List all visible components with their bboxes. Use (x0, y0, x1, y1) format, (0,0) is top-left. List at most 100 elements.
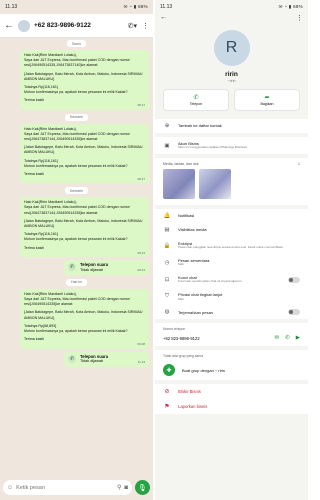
avatar[interactable] (18, 19, 30, 32)
share-button[interactable]: ➦ Bagikan (234, 89, 300, 111)
setting-label: Visibilitas media (178, 227, 207, 233)
share-label: Bagikan (260, 102, 274, 106)
add-contact-row[interactable]: ⊕ Tambah ke daftar kontak (155, 119, 308, 133)
message-text: Halo Kak{Ririn Mardianti Lolaku}, Saya d… (24, 53, 130, 68)
message-bubble[interactable]: Halo Kak{Ririn Mardianti Lolaku}, Saya d… (20, 123, 149, 184)
advanced-privacy-row[interactable]: ⛉ Privasi chat tingkat lanjut Mati (155, 288, 308, 305)
add-contact-label: Tambah ke daftar kontak (178, 123, 222, 129)
group-icon: ✚ (163, 364, 175, 377)
media-thumbnail[interactable] (163, 169, 195, 200)
phone-icon[interactable]: ✆ (285, 335, 290, 341)
date-chip: Kemarin (64, 113, 89, 121)
setting-label: Notifikasi (178, 213, 195, 219)
setting-sub: Mati (178, 262, 184, 267)
call-label: Telepon (189, 102, 203, 106)
business-row[interactable]: ▣ Akun Bisnis Akun ini menggunakan aplik… (155, 137, 308, 154)
media-header[interactable]: Media, tautan, dan dok 1 (155, 158, 308, 169)
report-label: Laporkan bisnis (178, 404, 208, 410)
status-bar: 11.13 ✉ ◔ ▮ 68% (155, 0, 308, 14)
call-plus-icon[interactable]: ✆▾ (128, 22, 137, 30)
message-text: {Jalan Batutagepe, Batu Merah, Kota Ambo… (24, 218, 143, 229)
media-visibility-row[interactable]: ▤ Visibilitas media (155, 223, 308, 237)
chat-lock-row[interactable]: ⊡ Kunci chat Kunci dan sembunyikan chat … (155, 271, 308, 288)
message-text: Halo Kak{Ririn Mardianti Lolaku}, Saya d… (24, 126, 130, 142)
message-text: Terima kasih (24, 337, 45, 342)
more-options-icon[interactable]: ⋮ (296, 14, 303, 24)
groups-section-label: Tidak ada grup yang sama (163, 354, 204, 359)
message-icon[interactable]: ✉ (275, 335, 280, 341)
attach-icon[interactable]: ⚲ (117, 484, 121, 491)
share-icon: ➦ (264, 95, 270, 101)
create-group-row[interactable]: ✚ Buat grup dengan ~ ririn (155, 360, 308, 380)
more-options-icon[interactable]: ⋮ (142, 22, 149, 30)
message-bubble[interactable]: Halo Kak{Ririn Mardianti Lolaku}, Saya d… (20, 197, 149, 257)
video-call-icon[interactable]: ▶ (296, 335, 300, 341)
composer: ☺ ⚲ ◙ 🎙 (3, 479, 150, 496)
contact-name: ririn (225, 71, 238, 78)
translate-row[interactable]: ◍ Terjemahkan pesan (155, 305, 308, 319)
setting-sub: Kunci dan sembunyikan chat ini di perang… (178, 279, 243, 284)
message-text: Totalnya Rp{116,161} Mohon konfirmasinya… (24, 158, 128, 168)
message-text: Halo Kak{Ririn Mardianti Lolaku}, Saya d… (24, 291, 130, 307)
date-chip: Hari ini (66, 278, 87, 286)
call-status: Tidak dijawab (80, 359, 104, 364)
message-bubble[interactable]: Halo Kak{Ririn Mardianti Lolaku}, Saya d… (20, 50, 149, 110)
message-text: Totalnya Rp{68,893} Mohon konfirmasinya … (24, 323, 128, 334)
message-bubble[interactable]: Halo Kak{Ririn Mardianti Lolaku}, Saya d… (20, 288, 149, 349)
camera-icon[interactable]: ◙ (124, 485, 128, 491)
missed-call-icon: ✆ (68, 263, 76, 272)
add-person-icon: ⊕ (164, 123, 170, 129)
business-icon: ▣ (164, 142, 170, 149)
back-arrow-icon[interactable]: ← (4, 20, 14, 31)
block-label: Blokir Bisnis (178, 389, 201, 395)
message-text: Totalnya Rp{116,161} Mohon konfirmasinya… (24, 85, 128, 95)
image-icon: ▤ (164, 227, 170, 234)
chat-lock-toggle[interactable] (288, 276, 300, 283)
disappearing-messages-row[interactable]: ◷ Pesan sementara Mati (155, 254, 308, 271)
status-indicators: ✉ ◔ ▮ 68% (123, 4, 148, 9)
notifications-row[interactable]: 🔔 Notifikasi (155, 209, 308, 223)
media-count: 1 (298, 162, 300, 167)
report-row[interactable]: ⚑ Laporkan bisnis (155, 399, 308, 414)
back-arrow-icon[interactable]: ← (160, 14, 167, 24)
date-chip: Senin (67, 40, 86, 47)
business-subtitle: Akun ini menggunakan aplikasi WhatsApp B… (178, 145, 248, 150)
bell-icon: 🔔 (163, 213, 171, 220)
message-thread[interactable]: Senin Halo Kak{Ririn Mardianti Lolaku}, … (0, 40, 153, 474)
encryption-row[interactable]: 🔒 Enkripsi Pesan dan panggilan terenkrip… (155, 237, 308, 254)
lock-icon: 🔒 (163, 242, 171, 249)
mic-button[interactable]: 🎙 (135, 480, 150, 495)
globe-icon: ◍ (164, 309, 170, 316)
chat-lock-icon: ⊡ (164, 276, 170, 283)
message-input-pill: ☺ ⚲ ◙ (3, 480, 132, 495)
create-group-label: Buat grup dengan ~ ririn (182, 367, 226, 373)
media-thumbnail[interactable] (199, 169, 231, 200)
call-bubble[interactable]: ✆ Telepon suara Tidak dijawab 08.43 (64, 259, 149, 275)
status-time: 11.13 (5, 4, 18, 10)
chat-title[interactable]: +62 823-9896-9122 (34, 22, 124, 29)
block-row[interactable]: ⊘ Blokir Bisnis (155, 384, 308, 399)
message-input[interactable] (16, 484, 114, 491)
message-text: Halo Kak{Ririn Mardianti Lolaku}, Saya d… (24, 200, 130, 215)
shield-icon: ⛉ (164, 293, 170, 300)
message-text: {Jalan Batutagepe, Batu Merah, Kota Ambo… (24, 310, 143, 320)
missed-call-icon: ✆ (68, 355, 76, 363)
message-time: 08.43 (137, 250, 145, 255)
status-bar: 11.13 ✉ ◔ ▮ 68% (0, 0, 153, 14)
phone-number[interactable]: +62 823-9896-9122 (163, 336, 269, 341)
emoji-icon[interactable]: ☺ (7, 485, 13, 491)
block-icon: ⊘ (164, 389, 170, 396)
message-text: Terima kasih (24, 172, 45, 177)
chat-pane: 11.13 ✉ ◔ ▮ 68% ← +62 823-9896-9122 ✆▾ ⋮… (0, 0, 153, 500)
message-text: Totalnya Rp{116,161} Mohon konfirmasinya… (24, 232, 128, 242)
date-chip: Kemarin (64, 187, 89, 195)
setting-label: Terjemahkan pesan (178, 309, 213, 315)
translate-toggle[interactable] (288, 309, 300, 316)
call-bubble[interactable]: ✆ Telepon suara Tidak dijawab 11.13 (64, 351, 149, 367)
message-time: 08.27 (137, 103, 145, 108)
call-button[interactable]: ✆ Telepon (163, 89, 229, 111)
message-text: Terima kasih (24, 245, 45, 250)
setting-sub: Pesan dan panggilan terenkripsi secara e… (178, 245, 284, 250)
message-text: Terima kasih (24, 98, 45, 103)
profile-avatar[interactable]: R (213, 30, 250, 66)
